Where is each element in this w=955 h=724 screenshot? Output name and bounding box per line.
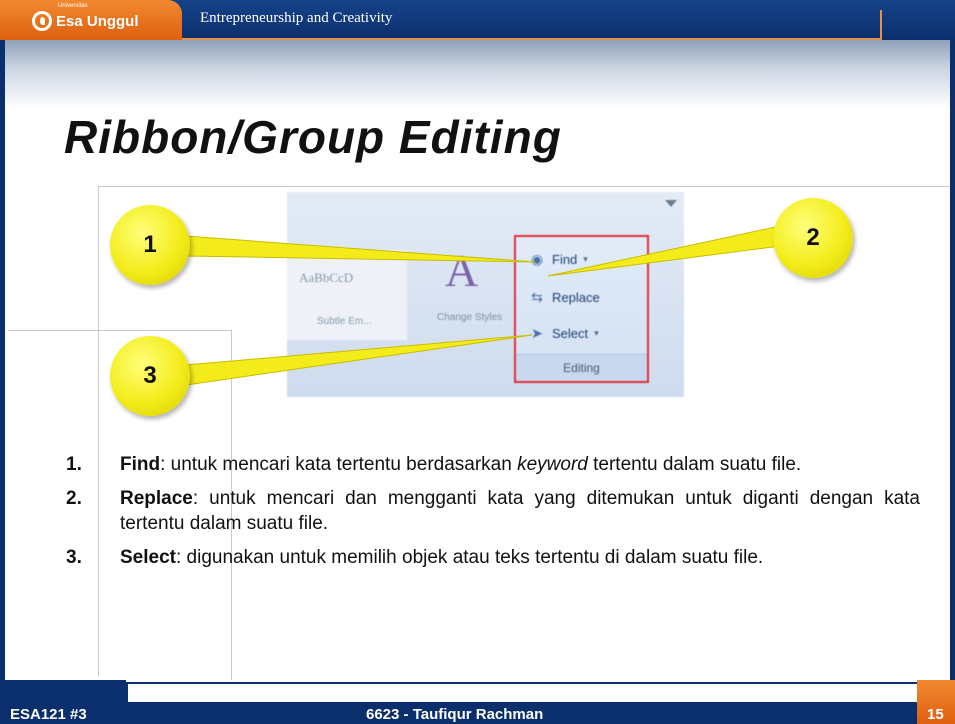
list-number: 1.	[66, 454, 82, 475]
right-border	[950, 40, 955, 680]
callout-3: 3	[110, 336, 190, 416]
list-term: Find	[120, 454, 161, 475]
frame-rule	[98, 186, 950, 187]
change-styles-label: Change Styles	[437, 312, 503, 323]
editing-group: ◉ Find ▾ ⇆ Replace ➤ Select ▾ Editing	[514, 235, 649, 383]
ribbon-screenshot: AaBbCcD Subtle Em... A Change Styles ◉ F…	[287, 192, 684, 397]
logo-small-text: Universitas	[58, 3, 88, 9]
list-item-replace: 2. Replace: untuk mencari dan mengganti …	[60, 486, 920, 536]
slide: Universitas Esa Unggul Entrepreneurship …	[0, 0, 955, 724]
chevron-down-icon: ▾	[594, 328, 599, 338]
header-divider-vertical	[880, 10, 882, 40]
page-number: 15	[927, 706, 944, 723]
find-label: Find	[552, 252, 578, 267]
list-term: Replace	[120, 488, 193, 509]
callout-2: 2	[773, 198, 853, 278]
cursor-icon: ➤	[531, 325, 543, 341]
list-term: Select	[120, 547, 176, 568]
logo-icon	[32, 11, 52, 31]
logo-text: Esa Unggul	[56, 12, 139, 30]
styles-gallery: AaBbCcD Subtle Em...	[287, 250, 407, 340]
binoculars-icon: ◉	[530, 251, 544, 267]
replace-label: Replace	[552, 290, 600, 305]
list-text: : untuk mencari kata tertentu berdasarka…	[160, 454, 518, 475]
list-emphasis: keyword	[517, 454, 588, 475]
course-code: ESA121 #3	[10, 706, 87, 723]
style-name: Subtle Em...	[317, 316, 372, 327]
author-name: 6623 - Taufiqur Rachman	[366, 706, 544, 723]
editing-group-label: Editing	[516, 354, 647, 381]
chevron-down-icon: ▾	[583, 254, 588, 264]
header-bar: Universitas Esa Unggul Entrepreneurship …	[0, 0, 955, 40]
replace-button[interactable]: ⇆ Replace	[528, 289, 600, 306]
list-item-find: 1. Find: untuk mencari kata tertentu ber…	[60, 452, 920, 477]
list-number: 3.	[66, 547, 82, 568]
university-logo: Universitas Esa Unggul	[32, 3, 139, 33]
footer-divider-vertical	[126, 682, 128, 704]
header-shadow	[0, 40, 955, 108]
list-text: tertentu dalam suatu file.	[587, 454, 802, 475]
frame-rule-vertical	[98, 186, 99, 676]
slide-title: Ribbon/Group Editing	[64, 111, 562, 163]
style-sample: AaBbCcD	[299, 270, 354, 285]
callout-1: 1	[110, 205, 190, 285]
list-item-select: 3. Select: digunakan untuk memilih objek…	[60, 545, 920, 570]
ribbon-dropdown-icon	[665, 200, 677, 207]
change-styles-icon: A	[445, 245, 479, 296]
select-button[interactable]: ➤ Select ▾	[528, 325, 599, 342]
course-title: Entrepreneurship and Creativity	[200, 10, 393, 26]
replace-icon: ⇆	[531, 289, 543, 305]
frame-rule-2	[8, 330, 232, 331]
list-text: : untuk mencari dan mengganti kata yang …	[120, 488, 920, 534]
editing-list: 1. Find: untuk mencari kata tertentu ber…	[60, 452, 920, 579]
select-label: Select	[552, 326, 589, 341]
footer-bar: ESA121 #3 6623 - Taufiqur Rachman 15	[0, 680, 955, 724]
left-border	[0, 40, 5, 680]
find-button[interactable]: ◉ Find ▾	[528, 251, 588, 268]
list-number: 2.	[66, 488, 82, 509]
list-text: : digunakan untuk memilih objek atau tek…	[175, 547, 764, 568]
footer-divider	[126, 682, 917, 684]
